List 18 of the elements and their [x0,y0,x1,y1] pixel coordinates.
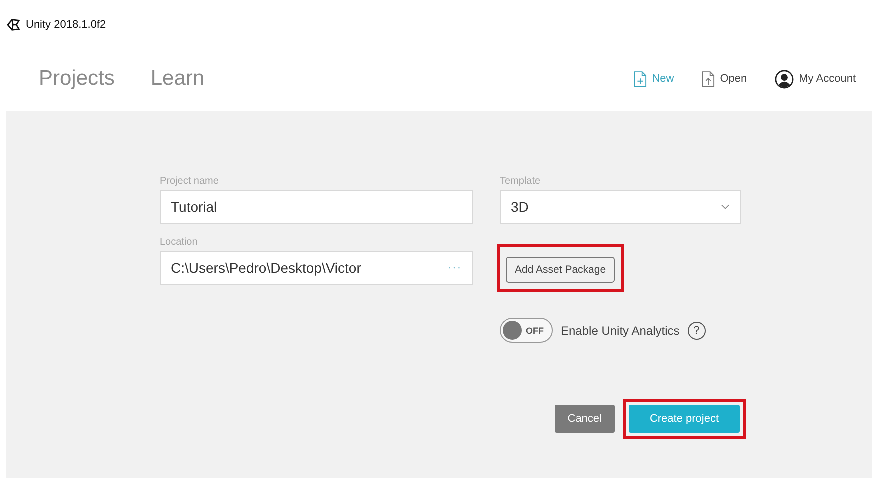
field-label: Project name [160,176,220,187]
header-action[interactable]: My Account [775,70,856,88]
help-icon[interactable]: ? [688,322,706,340]
location-field[interactable]: C:\Users\Pedro\Desktop\Victor ··· [160,251,473,285]
new-file-icon [634,70,648,88]
cancel-button[interactable]: Cancel [554,405,615,433]
field-label: Location [160,237,199,248]
project-name-field[interactable]: Tutorial [160,190,473,224]
field-label: Template [500,176,542,187]
analytics-label: Enable Unity Analytics [561,324,680,338]
toggle-switch[interactable]: OFF [500,318,553,343]
chevron-down-icon [721,204,730,210]
window-title: Unity 2018.1.0f2 [26,19,106,31]
upload-file-icon [702,70,716,88]
add-asset-package-button[interactable]: Add Asset Package [506,257,616,283]
header-action[interactable]: Open [702,70,748,88]
template-dropdown[interactable]: 3D [500,190,741,224]
avatar-icon [775,70,794,88]
